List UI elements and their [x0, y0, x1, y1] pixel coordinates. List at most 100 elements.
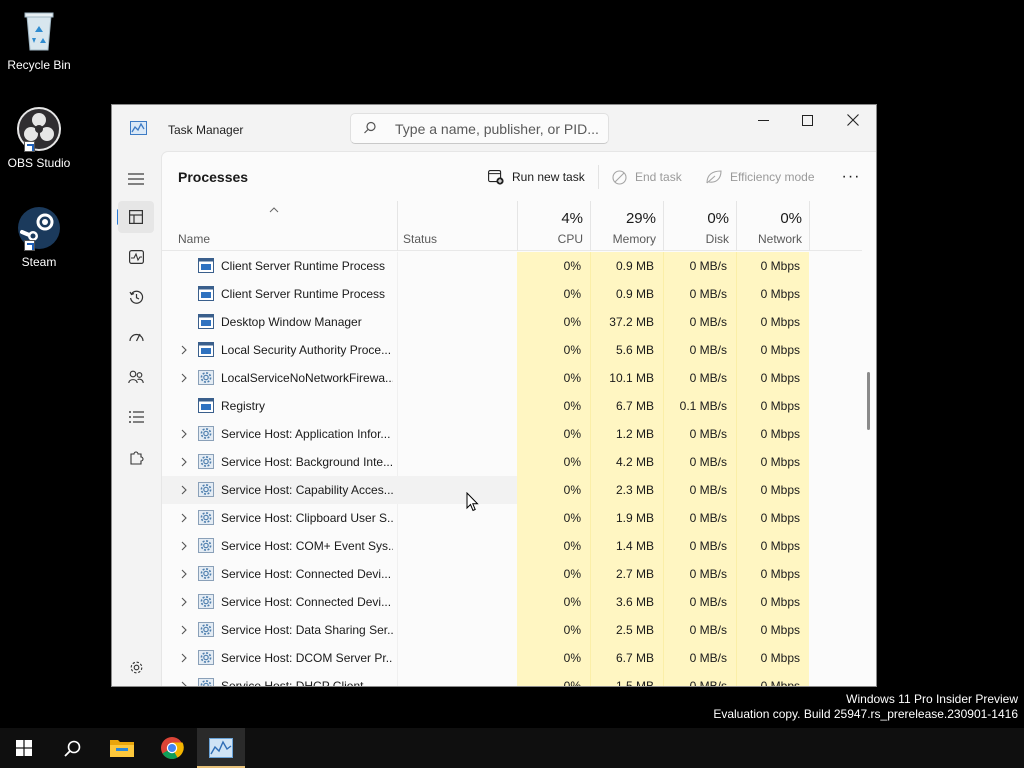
file-explorer-folder-icon — [110, 740, 134, 757]
process-network: 0 Mbps — [760, 343, 800, 357]
process-row[interactable]: Client Server Runtime Process 0% 0.9 MB 0 M… — [162, 280, 862, 308]
process-row[interactable]: Service Host: DCOM Server Pr... 0% 6.7 MB 0… — [162, 644, 862, 672]
process-cpu: 0% — [563, 623, 581, 637]
process-name: Client Server Runtime Process — [221, 259, 386, 273]
end-task-icon — [612, 169, 627, 185]
processes-panel: Processes Run new task End task Efficien… — [161, 151, 876, 687]
process-disk: 0 MB/s — [689, 427, 727, 441]
process-memory: 2.3 MB — [615, 483, 654, 497]
process-memory: 10.1 MB — [609, 371, 654, 385]
process-memory: 3.6 MB — [615, 595, 654, 609]
taskbar-search-button[interactable] — [48, 728, 96, 768]
start-button[interactable] — [0, 728, 48, 768]
nav-performance[interactable] — [118, 241, 154, 273]
vertical-scrollbar[interactable] — [862, 252, 876, 686]
process-network: 0 Mbps — [760, 455, 800, 469]
shortcut-arrow-icon — [24, 240, 35, 251]
desktop-icon-label: Steam — [21, 255, 57, 269]
search-box[interactable] — [350, 113, 609, 144]
nav-startup-apps[interactable] — [118, 321, 154, 353]
process-row[interactable]: Client Server Runtime Process 0% 0.9 MB 0 M… — [162, 252, 862, 280]
process-network: 0 Mbps — [760, 679, 800, 687]
expand-chevron-icon[interactable] — [179, 513, 189, 523]
process-row[interactable]: Service Host: Clipboard User S... 0% 1.9 M… — [162, 504, 862, 532]
taskbar-task-manager[interactable] — [197, 728, 245, 768]
process-row[interactable]: Service Host: Background Inte... 0% 4.2 MB… — [162, 448, 862, 476]
desktop-icon-recycle-bin[interactable]: Recycle Bin — [4, 8, 74, 72]
process-memory: 6.7 MB — [615, 399, 654, 413]
process-network: 0 Mbps — [760, 511, 800, 525]
process-name: Service Host: Application Infor... — [221, 427, 391, 441]
taskbar-chrome[interactable] — [148, 728, 196, 768]
expand-chevron-icon[interactable] — [179, 681, 189, 687]
desktop-icon-steam[interactable]: Steam — [4, 205, 74, 269]
desktop-icon-obs-studio[interactable]: OBS Studio — [4, 106, 74, 170]
run-new-task-button[interactable]: Run new task — [488, 165, 585, 189]
column-divider[interactable] — [397, 201, 398, 251]
maximize-button[interactable] — [784, 105, 830, 135]
close-button[interactable] — [830, 105, 876, 135]
column-header-name[interactable]: Name — [178, 232, 210, 246]
more-options-button[interactable]: ··· — [835, 165, 867, 189]
expand-chevron-icon[interactable] — [179, 597, 189, 607]
process-memory: 1.5 MB — [615, 679, 654, 687]
process-row[interactable]: Local Security Authority Proce... 0% 5.6 M… — [162, 336, 862, 364]
nav-users[interactable] — [118, 361, 154, 393]
expand-chevron-icon[interactable] — [179, 485, 189, 495]
service-gear-icon — [198, 678, 214, 686]
process-cpu: 0% — [563, 399, 581, 413]
process-row[interactable]: Service Host: DHCP Client 0% 1.5 MB 0 MB/s 0… — [162, 672, 862, 687]
process-window-icon — [198, 342, 214, 357]
column-divider[interactable] — [809, 201, 810, 251]
table-header: Name Status 4% CPU 29% Memory 0% Disk 0%… — [162, 201, 862, 251]
details-list-icon — [128, 411, 144, 423]
search-input[interactable] — [395, 120, 600, 138]
expand-chevron-icon[interactable] — [179, 345, 189, 355]
expand-chevron-icon[interactable] — [179, 625, 189, 635]
title-bar[interactable]: Task Manager — [112, 105, 876, 151]
expand-chevron-icon[interactable] — [179, 429, 189, 439]
process-row[interactable]: Service Host: Data Sharing Ser... 0% 2.5 M… — [162, 616, 862, 644]
minimize-button[interactable] — [740, 105, 786, 135]
nav-services[interactable] — [118, 441, 154, 473]
process-row[interactable]: LocalServiceNoNetworkFirewa... 0% 10.1 MB 0… — [162, 364, 862, 392]
services-puzzle-icon — [129, 450, 144, 465]
process-row[interactable]: Desktop Window Manager 0% 37.2 MB 0 MB/s 0 M… — [162, 308, 862, 336]
process-row[interactable]: Service Host: Capability Acces... 0% 2.3 M… — [162, 476, 862, 504]
end-task-button[interactable]: End task — [612, 165, 682, 189]
expand-chevron-icon[interactable] — [179, 541, 189, 551]
hamburger-menu-button[interactable] — [118, 163, 154, 195]
process-disk: 0 MB/s — [689, 371, 727, 385]
scrollbar-thumb[interactable] — [867, 372, 870, 430]
process-disk: 0 MB/s — [689, 511, 727, 525]
desktop-icon-label: Recycle Bin — [7, 58, 71, 72]
startup-gauge-icon — [128, 333, 144, 342]
nav-processes[interactable] — [118, 201, 154, 233]
expand-chevron-icon[interactable] — [179, 457, 189, 467]
process-row[interactable]: Registry 0% 6.7 MB 0.1 MB/s 0 Mbps — [162, 392, 862, 420]
memory-column-label: Memory — [612, 232, 656, 246]
expand-chevron-icon[interactable] — [179, 653, 189, 663]
expand-chevron-icon[interactable] — [179, 569, 189, 579]
process-row[interactable]: Service Host: Connected Devi... 0% 3.6 MB 0… — [162, 588, 862, 616]
nav-settings[interactable] — [118, 651, 154, 683]
expand-chevron-icon[interactable] — [179, 373, 189, 383]
process-name: LocalServiceNoNetworkFirewa... — [221, 371, 393, 385]
process-network: 0 Mbps — [760, 315, 800, 329]
network-total-percent: 0% — [780, 210, 802, 227]
cpu-total-percent: 4% — [561, 210, 583, 227]
watermark-line-2: Evaluation copy. Build 25947.rs_prerelea… — [713, 707, 1018, 721]
process-row[interactable]: Service Host: Application Infor... 0% 1.2 … — [162, 420, 862, 448]
nav-app-history[interactable] — [118, 281, 154, 313]
service-gear-icon — [198, 538, 214, 553]
process-row[interactable]: Service Host: Connected Devi... 0% 2.7 MB 0… — [162, 560, 862, 588]
nav-details[interactable] — [118, 401, 154, 433]
service-gear-icon — [198, 482, 214, 497]
process-disk: 0 MB/s — [689, 679, 727, 687]
desktop: Recycle Bin OBS Studio Steam Task Manage… — [0, 0, 1024, 768]
taskbar-file-explorer[interactable] — [98, 728, 146, 768]
process-row[interactable]: Service Host: COM+ Event Sys... 0% 1.4 MB 0… — [162, 532, 862, 560]
efficiency-leaf-icon — [706, 170, 722, 184]
column-header-status[interactable]: Status — [403, 232, 437, 246]
efficiency-mode-button[interactable]: Efficiency mode — [706, 165, 815, 189]
